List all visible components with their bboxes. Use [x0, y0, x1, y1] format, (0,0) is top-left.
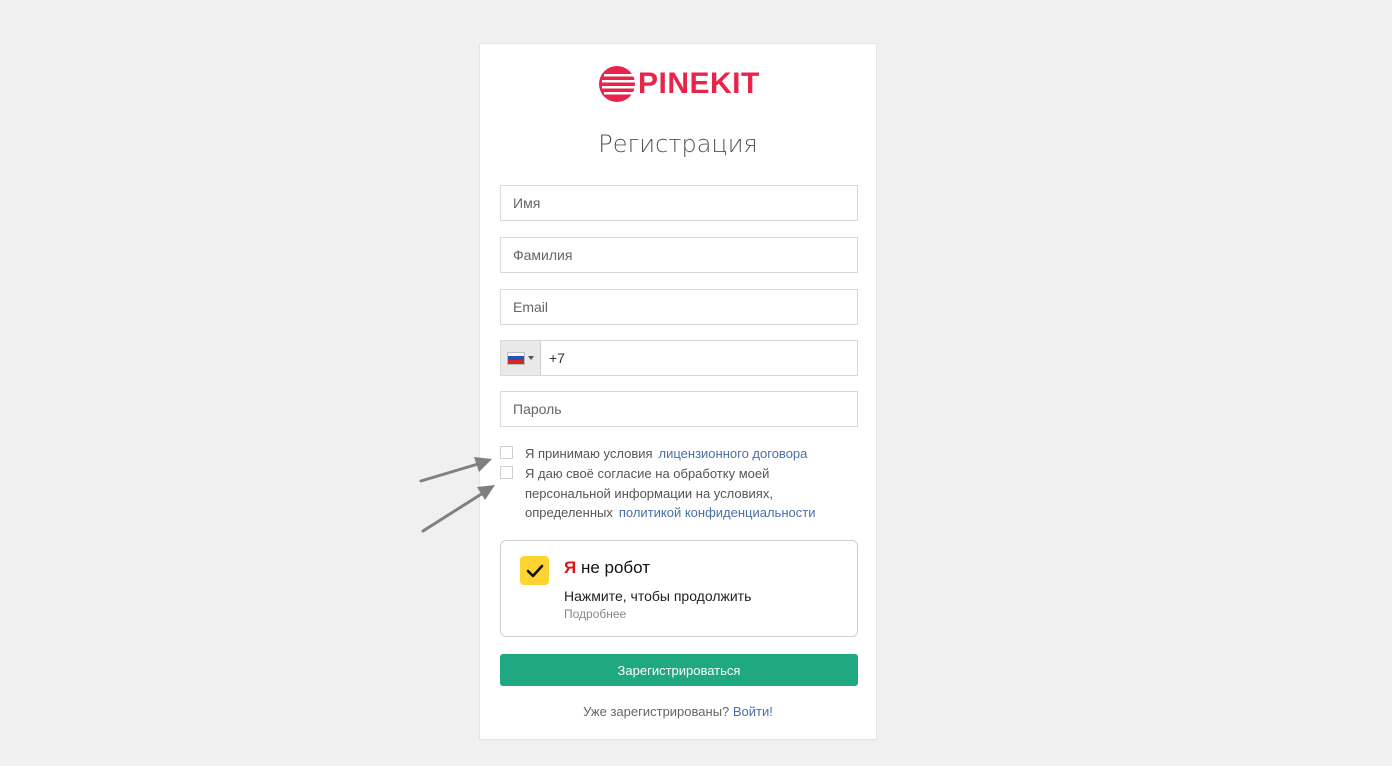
captcha-title: Я не робот	[564, 558, 650, 578]
email-input[interactable]	[501, 290, 857, 324]
license-agreement-row: Я принимаю условия лицензионного договора	[500, 444, 860, 464]
pinekit-logo-icon	[599, 66, 636, 102]
last-name-input[interactable]	[501, 238, 857, 272]
privacy-link[interactable]: политикой конфиденциальности	[619, 505, 816, 520]
login-link[interactable]: Войти!	[733, 704, 773, 719]
phone-field	[500, 340, 858, 376]
captcha-checkbox[interactable]	[520, 556, 549, 585]
captcha-widget[interactable]: Я не робот Нажмите, чтобы продолжить Под…	[500, 540, 858, 637]
captcha-title-rest: не робот	[576, 558, 651, 577]
phone-input-wrap	[541, 341, 857, 375]
privacy-label: Я даю своё согласие на обработку моей пе…	[525, 464, 840, 523]
license-link[interactable]: лицензионного договора	[659, 446, 808, 461]
first-name-input[interactable]	[501, 186, 857, 220]
login-question: Уже зарегистрированы?	[583, 704, 730, 719]
license-label: Я принимаю условия лицензионного договора	[525, 444, 860, 464]
privacy-checkbox[interactable]	[500, 466, 513, 479]
captcha-more-link[interactable]: Подробнее	[564, 607, 626, 621]
license-text: Я принимаю условия	[525, 446, 653, 461]
first-name-field[interactable]	[500, 185, 858, 221]
email-field[interactable]	[500, 289, 858, 325]
brand-name: PINEKIT	[638, 67, 760, 100]
password-input[interactable]	[501, 392, 857, 426]
chevron-down-icon	[527, 356, 534, 360]
phone-input[interactable]	[541, 341, 857, 375]
captcha-ya: Я	[564, 558, 577, 577]
page-title: Регистрация	[598, 130, 758, 158]
license-checkbox[interactable]	[500, 446, 513, 459]
privacy-agreement-row: Я даю своё согласие на обработку моей пе…	[500, 464, 840, 523]
logo: PINEKIT	[598, 64, 760, 104]
checkmark-icon	[526, 564, 543, 577]
registration-card: PINEKIT Регистрация Я принимаю условия ли…	[479, 43, 877, 740]
captcha-subtitle: Нажмите, чтобы продолжить	[564, 588, 752, 604]
country-selector[interactable]	[501, 341, 541, 375]
login-prompt: Уже зарегистрированы? Войти!	[480, 704, 876, 719]
password-field[interactable]	[500, 391, 858, 427]
last-name-field[interactable]	[500, 237, 858, 273]
russia-flag-icon	[507, 352, 524, 364]
register-button[interactable]: Зарегистрироваться	[500, 654, 858, 686]
